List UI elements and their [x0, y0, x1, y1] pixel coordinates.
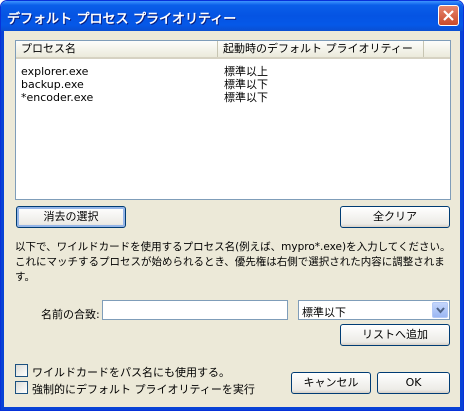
wildcard-path-label[interactable]: ワイルドカードをパス名にも使用する。 [32, 364, 230, 380]
row-process-name: backup.exe [21, 78, 84, 91]
name-match-input[interactable] [102, 300, 288, 320]
dropdown-button[interactable] [432, 302, 448, 318]
cancel-button[interactable]: キャンセル [291, 372, 371, 394]
window-frame-left [1, 31, 4, 410]
force-default-label[interactable]: 強制的にデフォルト プライオリティーを実行 [32, 381, 255, 397]
row-priority: 標準以下 [224, 78, 268, 91]
window-title: デフォルト プロセス プライオリティー [7, 12, 237, 27]
list-row[interactable]: backup.exe 標準以下 [16, 78, 450, 91]
column-header-default-priority[interactable]: 起動時のデフォルト プライオリティー [218, 41, 424, 57]
process-list[interactable]: プロセス名 起動時のデフォルト プライオリティー explorer.exe 標準… [15, 40, 451, 200]
row-priority: 標準以上 [224, 65, 268, 78]
ok-button[interactable]: OK [377, 372, 450, 394]
title-bar[interactable]: デフォルト プロセス プライオリティー [1, 1, 463, 31]
priority-dialog: デフォルト プロセス プライオリティー プロセス名 起動時のデフォルト プライオ… [0, 0, 464, 411]
row-process-name: explorer.exe [21, 65, 89, 78]
name-match-label: 名前の合致: [41, 308, 100, 321]
column-header-process-name[interactable]: プロセス名 [16, 41, 218, 57]
add-to-list-button[interactable]: リストへ追加 [340, 324, 450, 346]
wildcard-path-checkbox[interactable] [15, 364, 28, 377]
window-frame-right [460, 31, 463, 410]
clear-all-button[interactable]: 全クリア [340, 206, 450, 228]
force-default-checkbox[interactable] [15, 381, 28, 394]
row-priority: 標準以下 [224, 91, 268, 104]
priority-select-value: 標準以下 [302, 306, 346, 319]
list-row[interactable]: explorer.exe 標準以上 [16, 65, 450, 78]
row-process-name: *encoder.exe [21, 91, 94, 104]
priority-select[interactable]: 標準以下 [298, 300, 450, 320]
list-header: プロセス名 起動時のデフォルト プライオリティー [16, 41, 450, 59]
description-text: 以下で、ワイルドカードを使用するプロセス名(例えば、mypro*.exe)を入力… [15, 241, 451, 283]
list-row[interactable]: *encoder.exe 標準以下 [16, 91, 450, 104]
window-frame-bottom [1, 407, 463, 410]
clear-selection-button[interactable]: 消去の選択 [16, 206, 126, 228]
close-button[interactable] [438, 5, 459, 26]
list-rows: explorer.exe 標準以上 backup.exe 標準以下 *encod… [16, 65, 450, 104]
